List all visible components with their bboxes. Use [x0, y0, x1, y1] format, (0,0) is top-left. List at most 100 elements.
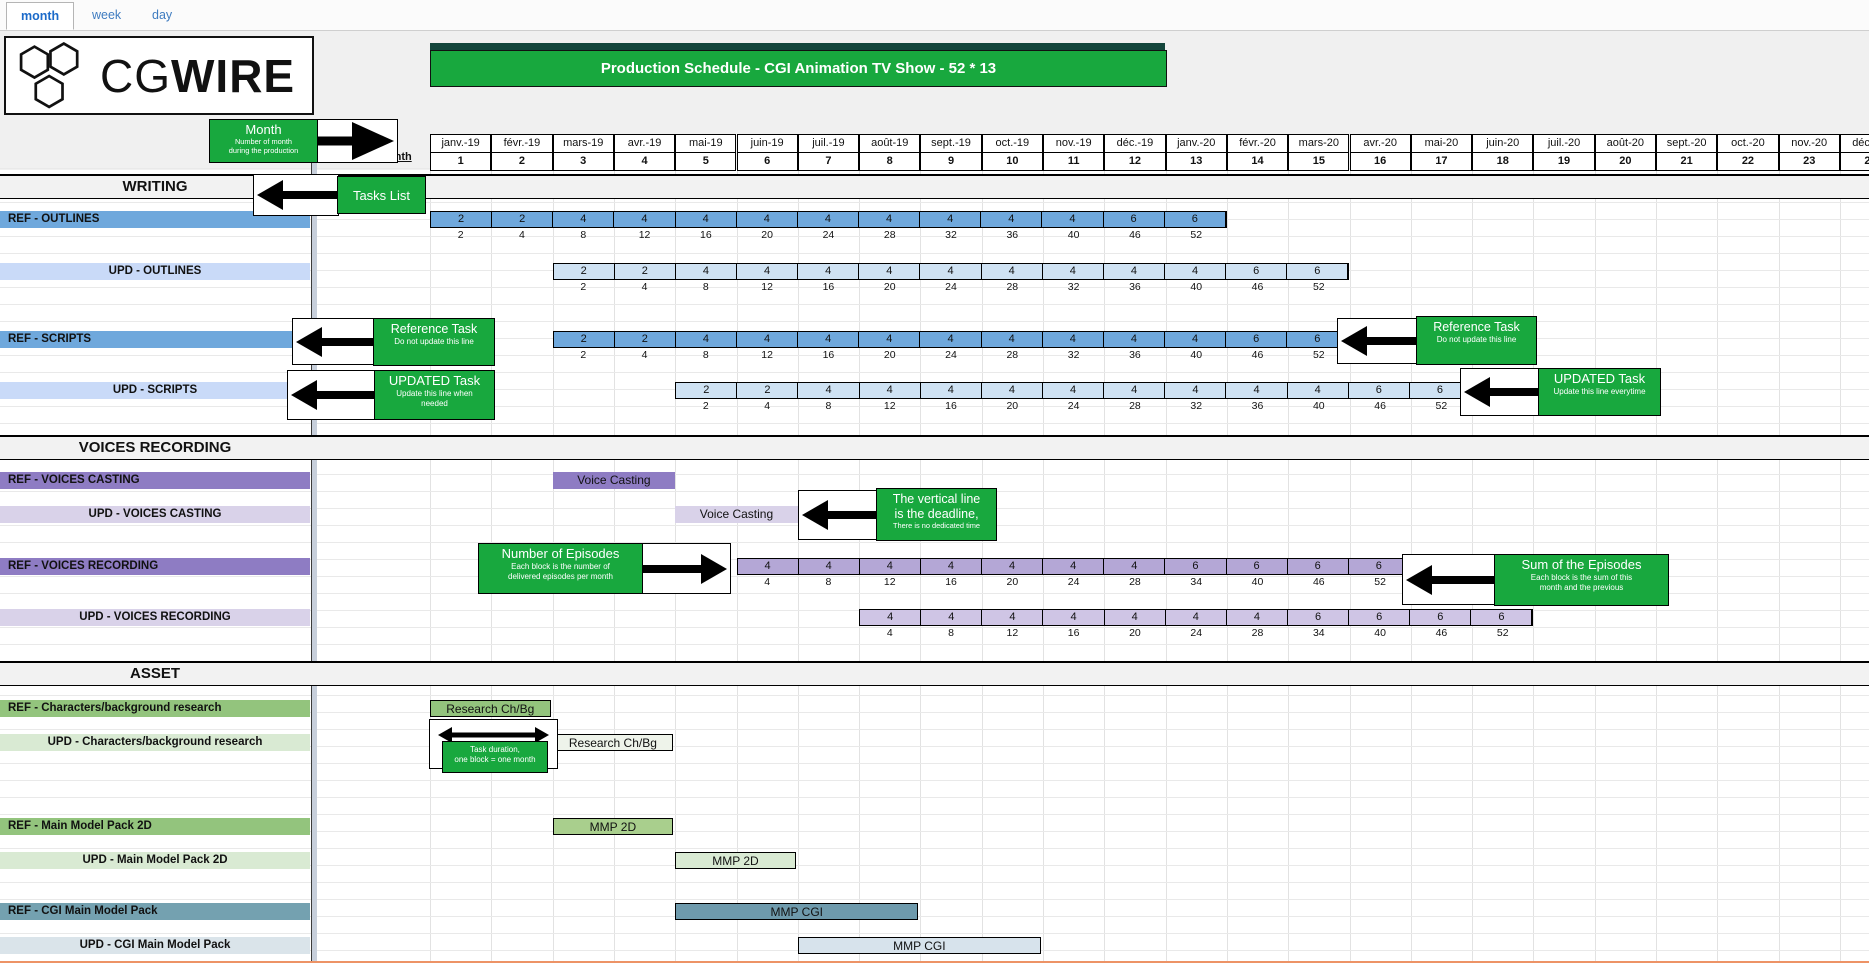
cumulative-cell: 8 — [675, 280, 736, 295]
month-number-cell: 16 — [1350, 152, 1411, 171]
block-cell: 4 — [1042, 559, 1103, 574]
month-number-cell: 5 — [675, 152, 736, 171]
episodes-note: Number of Episodes Each block is the num… — [478, 543, 643, 594]
cumulative-cell: 40 — [1166, 280, 1227, 295]
block-cell: 2 — [554, 332, 614, 347]
cumulative-cell: 16 — [1043, 626, 1104, 641]
tasks-list-note: Tasks List — [337, 176, 426, 214]
deadline-vertical-line — [311, 119, 317, 962]
month-number-cell: 3 — [553, 152, 614, 171]
row-label-upd-outlines: UPD - OUTLINES — [0, 263, 310, 280]
grid-line — [0, 729, 1869, 730]
block-cell: 2 — [554, 264, 614, 279]
bottom-orange-line — [0, 961, 1869, 963]
month-number-cell: 22 — [1717, 152, 1778, 171]
month-number-cell: 10 — [982, 152, 1043, 171]
ref-scripts-bar: 2244444444466 — [553, 331, 1350, 348]
block-cell: 4 — [738, 559, 798, 574]
month-cell: mars-20 — [1288, 134, 1349, 153]
cumulative-cell: 32 — [920, 228, 981, 243]
cumulative-cell: 40 — [1043, 228, 1104, 243]
cumulative-cell: 32 — [1043, 280, 1104, 295]
cumulative-cell: 8 — [920, 626, 981, 641]
cumulative-cell: 46 — [1288, 575, 1349, 590]
month-cell: juin-20 — [1472, 134, 1533, 153]
month-number-cell: 9 — [920, 152, 981, 171]
deadline-note: The vertical line is the deadline, There… — [876, 488, 997, 541]
block-cell: 6 — [1409, 610, 1470, 625]
block-cell: 4 — [1165, 610, 1226, 625]
month-number-cell: 8 — [859, 152, 920, 171]
month-number-cell: 23 — [1779, 152, 1840, 171]
reference-task-right-arrow-box — [1337, 318, 1419, 364]
cumulative-cell: 20 — [859, 280, 920, 295]
block-cell: 4 — [736, 264, 797, 279]
cumulative-cell: 24 — [920, 280, 981, 295]
cumulative-cell: 8 — [798, 399, 859, 414]
block-cell: 6 — [1348, 559, 1409, 574]
cumulative-cell: 2 — [553, 348, 614, 363]
block-cell: 4 — [981, 332, 1042, 347]
grid-line — [0, 253, 1869, 254]
block-cell: 4 — [920, 610, 981, 625]
block-cell: 4 — [798, 559, 859, 574]
block-cell: 4 — [1042, 264, 1103, 279]
cumulative-cell: 36 — [1227, 399, 1288, 414]
grid-line — [0, 542, 1869, 543]
month-cell: déc.-19 — [1104, 134, 1165, 153]
cumulative-cell: 16 — [920, 399, 981, 414]
cumulative-cell: 24 — [920, 348, 981, 363]
tab-day[interactable]: day — [138, 2, 186, 28]
cumulative-cell: 40 — [1288, 399, 1349, 414]
cumulative-cell: 40 — [1166, 348, 1227, 363]
month-number-cell: 2 — [491, 152, 552, 171]
cumulative-cell: 32 — [1166, 399, 1227, 414]
block-cell: 4 — [1164, 383, 1225, 398]
month-cell: févr.-20 — [1227, 134, 1288, 153]
row-label-ref-voices-recording: REF - VOICES RECORDING — [0, 558, 310, 575]
ref-char-research-bar: Research Ch/Bg — [430, 700, 551, 717]
grid-line — [0, 882, 1869, 883]
view-tabbar: month week day — [0, 0, 1869, 31]
month-number-cell: 20 — [1595, 152, 1656, 171]
month-number-cell: 12 — [1104, 152, 1165, 171]
cumulative-cell: 16 — [675, 228, 736, 243]
tab-week[interactable]: week — [78, 2, 135, 28]
upd-mmpcgi-bar: MMP CGI — [798, 937, 1041, 954]
cumulative-cell: 4 — [737, 575, 798, 590]
month-cell: déc.-20 — [1840, 134, 1869, 153]
row-label-upd-voices-casting: UPD - VOICES CASTING — [0, 506, 310, 523]
tab-month[interactable]: month — [6, 2, 74, 30]
upd-scripts-bar: 2244444444466 — [675, 382, 1472, 399]
block-cell: 4 — [1164, 332, 1225, 347]
month-note: Month Number of month during the product… — [209, 119, 318, 163]
block-cell: 4 — [859, 559, 920, 574]
cumulative-cell: 16 — [798, 348, 859, 363]
month-number-cell: 6 — [737, 152, 798, 171]
month-cell: juil.-20 — [1533, 134, 1594, 153]
section-band-asset: ASSET — [0, 661, 1869, 686]
sum-note: Sum of the Episodes Each block is the su… — [1494, 554, 1669, 606]
row-label-ref-scripts: REF - SCRIPTS — [0, 331, 310, 348]
block-cell: 4 — [1042, 383, 1103, 398]
grid-line — [0, 763, 1869, 764]
block-cell: 4 — [797, 332, 858, 347]
schedule-title-banner: Production Schedule - CGI Animation TV S… — [430, 50, 1167, 87]
block-cell: 6 — [1225, 332, 1286, 347]
cumulative-cell: 4 — [614, 348, 675, 363]
upd-outlines-cumulative-row: 24812162024283236404652 — [553, 280, 1350, 295]
ref-voices-casting-bar: Voice Casting — [553, 472, 676, 489]
month-number-cell: 13 — [1166, 152, 1227, 171]
cumulative-cell: 52 — [1166, 228, 1227, 243]
block-cell: 4 — [797, 212, 858, 227]
cgwire-logo: CGWIRE — [4, 36, 314, 115]
banner-top-strip — [430, 43, 1165, 50]
block-cell: 4 — [1103, 264, 1164, 279]
cumulative-cell: 36 — [982, 228, 1043, 243]
block-cell: 4 — [797, 264, 858, 279]
episodes-note-arrow-box — [640, 543, 731, 594]
block-cell: 2 — [614, 264, 675, 279]
block-cell: 6 — [1164, 212, 1225, 227]
row-label-upd-char-research: UPD - Characters/background research — [0, 734, 310, 751]
block-cell: 4 — [858, 332, 919, 347]
